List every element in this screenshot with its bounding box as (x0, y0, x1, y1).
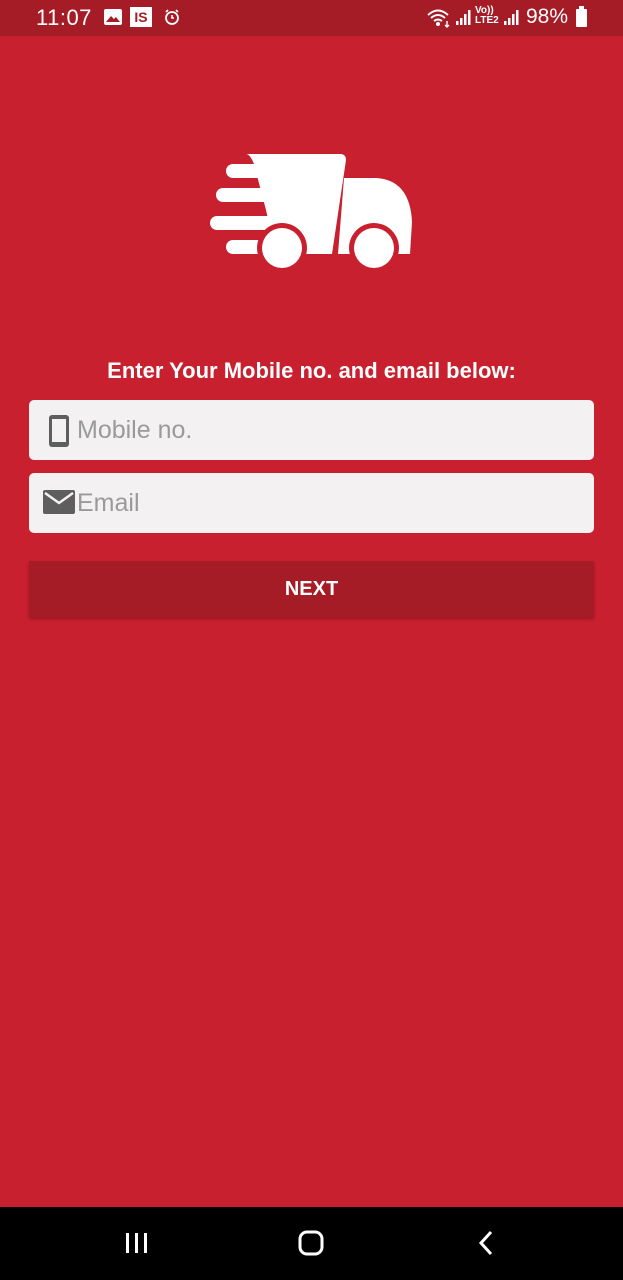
home-icon[interactable] (296, 1227, 326, 1259)
mail-icon (43, 490, 75, 514)
battery-icon (576, 6, 587, 27)
form-prompt: Enter Your Mobile no. and email below: (107, 358, 516, 383)
phone-icon (49, 415, 69, 447)
battery-percent: 98% (525, 5, 568, 28)
delivery-truck-icon (210, 154, 412, 273)
mobile-field[interactable] (29, 400, 594, 460)
status-time: 11:07 (36, 5, 92, 30)
email-input[interactable] (77, 473, 577, 533)
alarm-icon (165, 9, 179, 25)
signal-icon (456, 10, 471, 25)
navigation-bar (0, 1207, 623, 1280)
status-bar: 11:07 IS Vo)) LTE2 98% (0, 0, 623, 36)
back-icon[interactable] (472, 1227, 502, 1259)
is-app-icon: IS (130, 7, 152, 27)
mobile-input[interactable] (77, 400, 577, 460)
email-field[interactable] (29, 473, 594, 533)
gallery-icon (104, 9, 122, 25)
recent-apps-icon[interactable] (122, 1227, 152, 1259)
next-button[interactable]: NEXT (29, 561, 594, 617)
signal-icon-2 (504, 10, 519, 25)
volte-label: Vo)) LTE2 (475, 5, 499, 26)
wifi-icon (427, 9, 450, 28)
